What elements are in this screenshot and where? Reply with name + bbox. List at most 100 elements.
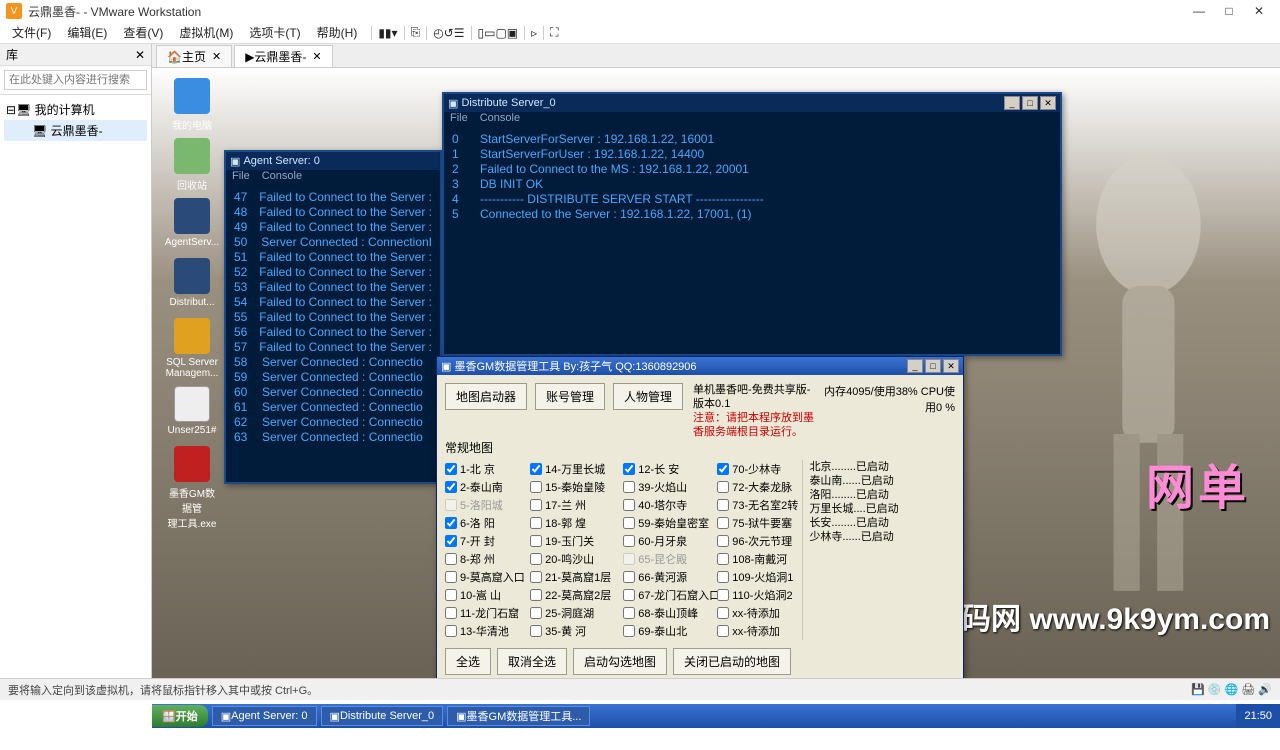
map-checkbox[interactable]: 73-无名室2转 xyxy=(717,496,802,514)
map-checkbox[interactable]: 11-龙门石窟 xyxy=(445,604,530,622)
menu-help[interactable]: 帮助(H) xyxy=(309,24,366,41)
map-checkbox[interactable]: 6-洛 阳 xyxy=(445,514,530,532)
map-checkbox[interactable]: 13-华清池 xyxy=(445,622,530,640)
vm-desktop[interactable]: 我的电脑 回收站 AgentServ... Distribut... SQL S… xyxy=(152,68,1280,678)
snapshot-revert-icon[interactable]: ↺ xyxy=(444,26,454,40)
map-checkbox[interactable]: 70-少林寺 xyxy=(717,460,802,478)
taskbar-item-agent[interactable]: ▣ Agent Server: 0 xyxy=(212,706,317,726)
map-checkbox[interactable]: 59-秦始皇密室 xyxy=(623,514,717,532)
view-thumbnails-icon[interactable]: ▣ xyxy=(507,26,518,40)
desktop-icon-gm[interactable]: 墨香GM数据管 理工具.exe xyxy=(164,446,220,530)
desktop-icon-sql[interactable]: SQL Server Managem... xyxy=(164,318,220,379)
map-checkbox[interactable]: xx-待添加 xyxy=(717,604,802,622)
map-checkbox[interactable]: 66-黄河源 xyxy=(623,568,717,586)
map-checkbox[interactable]: xx-待添加 xyxy=(717,622,802,640)
snapshot-manager-icon[interactable]: ☰ xyxy=(454,26,465,40)
tab-map-launcher[interactable]: 地图启动器 xyxy=(445,383,527,410)
menu-file[interactable]: 文件(F) xyxy=(4,24,59,41)
view-single-icon[interactable]: ▯ xyxy=(478,26,485,40)
deselect-all-button[interactable]: 取消全选 xyxy=(497,648,567,675)
map-checkbox[interactable]: 8-郑 州 xyxy=(445,550,530,568)
map-checkbox[interactable]: 9-莫高窟入口 xyxy=(445,568,530,586)
fullscreen-icon[interactable]: ⛶ xyxy=(550,25,558,40)
close-button[interactable]: ✕ xyxy=(1244,1,1274,21)
map-checkbox[interactable]: 40-塔尔寺 xyxy=(623,496,717,514)
tab-account-mgmt[interactable]: 账号管理 xyxy=(535,383,605,410)
map-checkbox[interactable]: 75-狱牛要塞 xyxy=(717,514,802,532)
console-menu-console[interactable]: Console xyxy=(480,112,520,124)
map-checkbox[interactable]: 18-郭 煌 xyxy=(530,514,623,532)
map-checkbox[interactable]: 67-龙门石窟入口 xyxy=(623,586,717,604)
map-checkbox[interactable]: 72-大秦龙脉 xyxy=(717,478,802,496)
maximize-button[interactable]: □ xyxy=(1214,1,1244,21)
map-checkbox[interactable]: 1-北 京 xyxy=(445,460,530,478)
agent-console-window[interactable]: ▣ Agent Server: 0 FileConsole 47Failed t… xyxy=(224,150,442,484)
dropdown-icon[interactable]: ▾ xyxy=(392,26,398,40)
start-button[interactable]: 🪟 开始 xyxy=(152,705,208,727)
snapshot-icon[interactable]: ◴ xyxy=(433,26,443,40)
device-icon[interactable]: 🖨 xyxy=(1241,683,1255,696)
map-checkbox[interactable]: 109-火焰洞1 xyxy=(717,568,802,586)
map-checkbox[interactable]: 96-次元节理 xyxy=(717,532,802,550)
device-icon[interactable]: 🌐 xyxy=(1225,683,1239,696)
taskbar-item-distribute[interactable]: ▣ Distribute Server_0 xyxy=(321,706,444,726)
minimize-button[interactable]: — xyxy=(1184,1,1214,21)
menu-tabs[interactable]: 选项卡(T) xyxy=(241,24,308,41)
view-tile-icon[interactable]: ▭ xyxy=(484,26,495,40)
map-checkbox[interactable]: 35-黄 河 xyxy=(530,622,623,640)
map-checkbox[interactable]: 69-泰山北 xyxy=(623,622,717,640)
map-checkbox[interactable]: 108-南戴河 xyxy=(717,550,802,568)
sidebar-close-icon[interactable]: ✕ xyxy=(135,48,145,62)
map-checkbox[interactable]: 110-火焰洞2 xyxy=(717,586,802,604)
close-icon[interactable]: ✕ xyxy=(312,50,321,63)
pause-button[interactable]: ▮▮ xyxy=(378,26,391,40)
menu-view[interactable]: 查看(V) xyxy=(115,24,171,41)
tree-root[interactable]: ⊟🖥 我的计算机 xyxy=(4,99,147,120)
tab-vm[interactable]: ▶ 云鼎墨香- ✕ xyxy=(234,45,332,67)
start-selected-button[interactable]: 启动勾选地图 xyxy=(573,648,667,675)
map-checkbox[interactable]: 7-开 封 xyxy=(445,532,530,550)
menu-edit[interactable]: 编辑(E) xyxy=(59,24,115,41)
console-menu-file[interactable]: File xyxy=(232,170,250,182)
map-checkbox[interactable]: 14-万里长城 xyxy=(530,460,623,478)
taskbar-item-gm[interactable]: ▣ 墨香GM数据管理工具... xyxy=(447,706,590,726)
gm-tool-window[interactable]: ▣ 墨香GM数据管理工具 By:孩子气 QQ:1360892906_□✕ 地图启… xyxy=(436,356,964,678)
map-checkbox[interactable]: 19-玉门关 xyxy=(530,532,623,550)
minimize-button[interactable]: _ xyxy=(1004,96,1020,110)
maximize-button[interactable]: □ xyxy=(925,359,941,373)
map-checkbox[interactable]: 2-泰山南 xyxy=(445,478,530,496)
map-checkbox[interactable]: 17-兰 州 xyxy=(530,496,623,514)
map-checkbox[interactable]: 68-泰山顶峰 xyxy=(623,604,717,622)
map-checkbox[interactable]: 12-长 安 xyxy=(623,460,717,478)
map-checkbox[interactable]: 21-莫高窟1层 xyxy=(530,568,623,586)
map-checkbox[interactable]: 10-嵩 山 xyxy=(445,586,530,604)
library-search-input[interactable] xyxy=(4,70,147,90)
device-icon[interactable]: 🔊 xyxy=(1258,683,1272,696)
menu-vm[interactable]: 虚拟机(M) xyxy=(171,24,241,41)
system-tray[interactable]: 21:50 xyxy=(1236,704,1280,728)
map-checkbox[interactable]: 20-鸣沙山 xyxy=(530,550,623,568)
close-button[interactable]: ✕ xyxy=(943,359,959,373)
select-all-button[interactable]: 全选 xyxy=(445,648,491,675)
close-started-button[interactable]: 关闭已启动的地图 xyxy=(673,648,791,675)
unity-icon[interactable]: ▹ xyxy=(531,26,537,40)
map-checkbox[interactable]: 39-火焰山 xyxy=(623,478,717,496)
tab-char-mgmt[interactable]: 人物管理 xyxy=(613,383,683,410)
console-menu-file[interactable]: File xyxy=(450,112,468,124)
send-ctrl-alt-del-icon[interactable]: ⎘ xyxy=(411,25,421,40)
map-checkbox[interactable]: 15-秦始皇陵 xyxy=(530,478,623,496)
map-checkbox[interactable]: 60-月牙泉 xyxy=(623,532,717,550)
tab-home[interactable]: 🏠 主页 ✕ xyxy=(156,45,232,67)
desktop-icon-agent[interactable]: AgentServ... xyxy=(164,198,220,248)
close-button[interactable]: ✕ xyxy=(1040,96,1056,110)
minimize-button[interactable]: _ xyxy=(907,359,923,373)
console-menu-console[interactable]: Console xyxy=(262,170,302,182)
desktop-icon-dist[interactable]: Distribut... xyxy=(164,258,220,308)
device-icon[interactable]: 💿 xyxy=(1208,683,1222,696)
map-checkbox[interactable]: 22-莫高窟2层 xyxy=(530,586,623,604)
map-checkbox[interactable]: 25-洞庭湖 xyxy=(530,604,623,622)
maximize-button[interactable]: □ xyxy=(1022,96,1038,110)
view-tabs-icon[interactable]: ▢ xyxy=(495,26,506,40)
distribute-console-window[interactable]: ▣ Distribute Server_0_□✕ FileConsole 0St… xyxy=(442,92,1062,356)
desktop-icon-computer[interactable]: 我的电脑 xyxy=(164,78,220,132)
